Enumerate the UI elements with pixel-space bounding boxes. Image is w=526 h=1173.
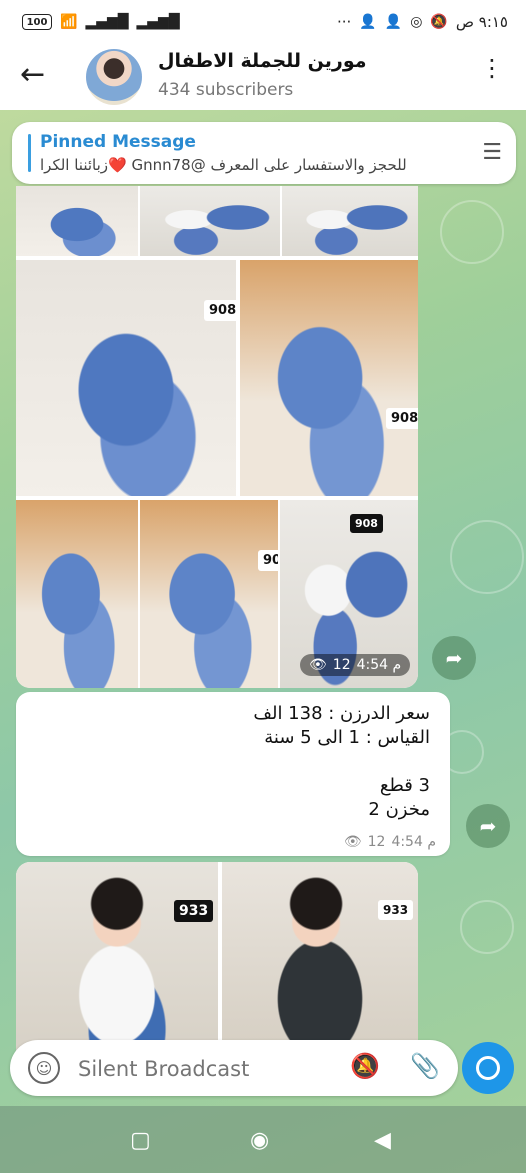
product-code-tag: 933 (378, 900, 414, 920)
view-count: 12 (367, 834, 386, 850)
message-input-bar: ☺ 🔕 📎 (10, 1040, 458, 1096)
chat-header: ← مورين للجملة الاطفال 434 subscribers ⋮ (0, 46, 526, 110)
signal-icon: ▂▄▆█ (85, 14, 129, 30)
product-code-tag: 908 (204, 300, 236, 321)
status-right: ··· 👤 👤 ◎ 🔕 ٩:١٥ ص (337, 13, 508, 31)
mute-icon: 🔕 (430, 14, 448, 30)
photo-album: 933 933 (16, 862, 418, 1052)
wifi-icon: 📶 (60, 14, 78, 30)
navigation-bar: ▢ ◉ ◀ (0, 1106, 526, 1173)
message-line: 3 قطع (379, 775, 430, 796)
album-photo[interactable]: 933 (222, 862, 418, 1052)
wallpaper-doodle (440, 200, 504, 264)
avatar[interactable] (86, 49, 142, 105)
message-input[interactable] (76, 1050, 330, 1088)
product-code-tag: 908 (258, 550, 278, 571)
album-photo[interactable] (140, 186, 280, 256)
add-contact2-icon: 👤 (384, 14, 403, 30)
camera-icon (476, 1056, 500, 1080)
status-left: 100 📶 ▂▄▆█ ▂▄▆█ (22, 14, 180, 30)
view-count: 12 (332, 657, 351, 673)
wallpaper-doodle (460, 900, 514, 954)
product-code-tag: 908 (350, 514, 383, 533)
recent-apps-icon[interactable]: ▢ (130, 1128, 151, 1153)
eye-icon: 👁 (309, 657, 327, 673)
pin-list-icon[interactable]: ☰ (482, 140, 502, 165)
share-icon[interactable]: ➦ (432, 636, 476, 680)
wallpaper-doodle (450, 520, 524, 594)
home-icon[interactable]: ◉ (250, 1128, 269, 1153)
product-code-tag: 933 (174, 900, 214, 922)
battery-level: 100 (26, 16, 48, 28)
arrow-left-icon[interactable]: ← (20, 60, 45, 90)
subscriber-count: 434 subscribers (158, 80, 294, 100)
signal2-icon: ▂▄▆█ (136, 14, 180, 30)
product-code-tag: 908 (386, 408, 418, 429)
message-meta: 👁 12 4:54 م (344, 834, 436, 850)
battery-icon: 100 (22, 14, 52, 30)
message-line: القياس : 1 الى 5 سنة (264, 727, 430, 748)
message-time: 4:54 م (356, 657, 402, 673)
pinned-title: Pinned Message (40, 132, 196, 152)
share-icon[interactable]: ➦ (466, 804, 510, 848)
bell-off-icon[interactable]: 🔕 (350, 1052, 380, 1080)
message-bubble: سعر الدرزن : 138 الف القياس : 1 الى 5 سن… (16, 692, 450, 856)
album-meta: 👁 12 4:54 م (300, 654, 411, 676)
camera-button[interactable] (462, 1042, 514, 1094)
album-photo[interactable]: 908 (140, 500, 278, 688)
pinned-indicator (28, 134, 31, 172)
emoji-icon[interactable]: ☺ (28, 1052, 60, 1084)
album-photo[interactable] (16, 186, 138, 256)
message-time: 4:54 م (391, 834, 436, 850)
eye-icon: 👁 (343, 834, 362, 850)
album-photo[interactable]: 908 (16, 260, 236, 496)
message-text: سعر الدرزن : 138 الف القياس : 1 الى 5 سن… (253, 702, 430, 822)
add-contact-icon: 👤 (359, 14, 377, 30)
status-bar: 100 📶 ▂▄▆█ ▂▄▆█ ··· 👤 👤 ◎ 🔕 ٩:١٥ ص (0, 0, 526, 46)
more-vert-icon[interactable]: ⋮ (480, 56, 504, 80)
message-line: مخزن 2 (368, 799, 430, 820)
whatsapp-icon: ◎ (410, 14, 423, 30)
channel-title[interactable]: مورين للجملة الاطفال (158, 50, 367, 72)
pinned-text: للحجز والاستفسار على المعرف @Gnnn78 ❤️زب… (40, 156, 407, 174)
album-photo[interactable]: 933 (16, 862, 218, 1052)
album-photo[interactable] (282, 186, 418, 256)
status-dots: ··· (337, 13, 352, 31)
message-line (253, 750, 430, 774)
attach-icon[interactable]: 📎 (410, 1052, 440, 1080)
photo-album: 908 908 908 908 👁 12 4:54 م (16, 186, 418, 688)
back-nav-icon[interactable]: ◀ (374, 1128, 391, 1153)
message-line: سعر الدرزن : 138 الف (253, 703, 430, 724)
album-photo[interactable] (16, 500, 138, 688)
album-photo[interactable]: 908 (240, 260, 418, 496)
pinned-message-bar[interactable]: Pinned Message للحجز والاستفسار على المع… (12, 122, 516, 184)
clock: ٩:١٥ ص (455, 13, 508, 31)
